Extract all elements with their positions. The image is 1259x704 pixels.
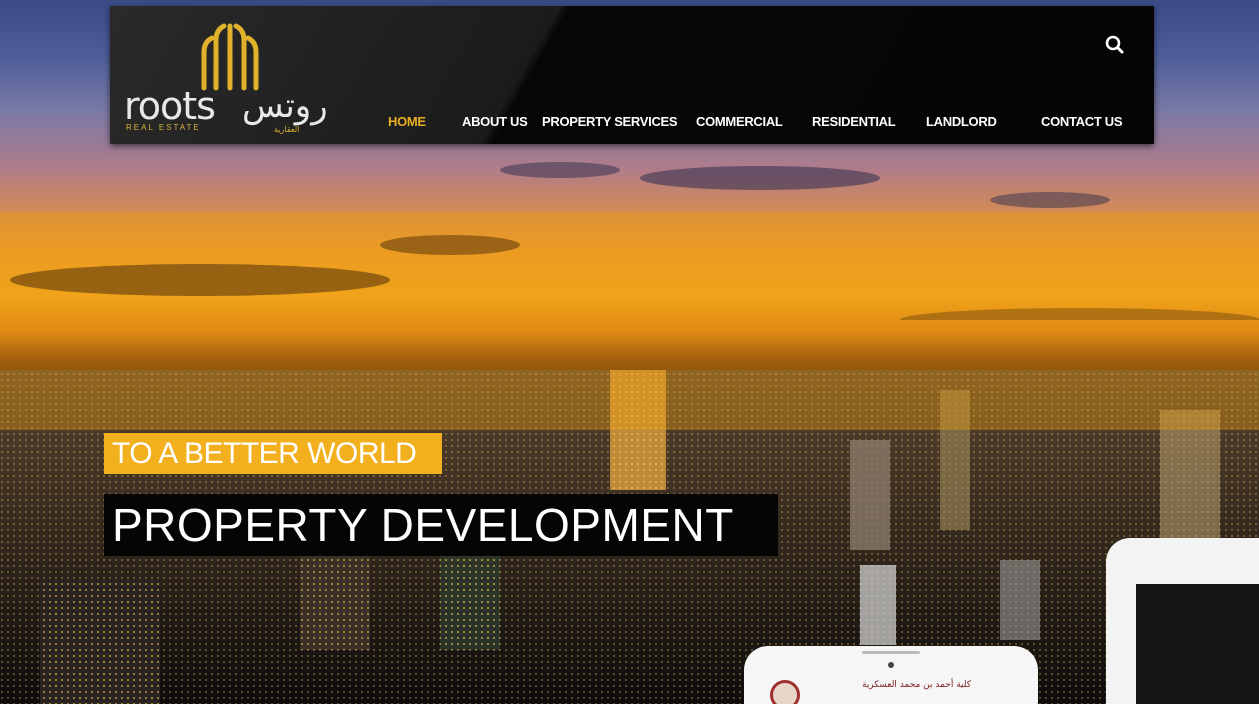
- phone-screen-title: كلية أحمد بن محمد العسكرية: [862, 680, 972, 690]
- college-emblem-icon: [770, 680, 800, 704]
- nav-item-about-us[interactable]: ABOUT US: [462, 114, 528, 129]
- hero-headline: PROPERTY DEVELOPMENT: [104, 494, 778, 556]
- building-logo-icon: [201, 23, 259, 91]
- main-navigation: HOME ABOUT US PROPERTY SERVICES COMMERCI…: [110, 114, 1154, 138]
- phone-camera: [888, 662, 894, 668]
- nav-item-property-services[interactable]: PROPERTY SERVICES: [542, 114, 678, 129]
- nav-item-residential[interactable]: RESIDENTIAL: [812, 114, 896, 129]
- nav-item-landlord[interactable]: LANDLORD: [926, 114, 997, 129]
- search-icon: [1105, 35, 1124, 54]
- phone-speaker: [862, 651, 920, 654]
- phone-device-image: كلية أحمد بن محمد العسكرية: [744, 646, 1038, 704]
- nav-item-contact-us[interactable]: CONTACT US: [1041, 114, 1123, 129]
- site-header: roots REAL ESTATE روتس العقارية HOME ABO…: [110, 6, 1154, 144]
- tablet-screen: [1136, 584, 1259, 704]
- search-button[interactable]: [1104, 34, 1126, 56]
- tablet-device-image: [1106, 538, 1259, 704]
- nav-item-commercial[interactable]: COMMERCIAL: [696, 114, 783, 129]
- hero-tagline: TO A BETTER WORLD: [104, 433, 442, 474]
- nav-item-home[interactable]: HOME: [388, 114, 426, 129]
- orange-overlay-band: [0, 212, 1259, 430]
